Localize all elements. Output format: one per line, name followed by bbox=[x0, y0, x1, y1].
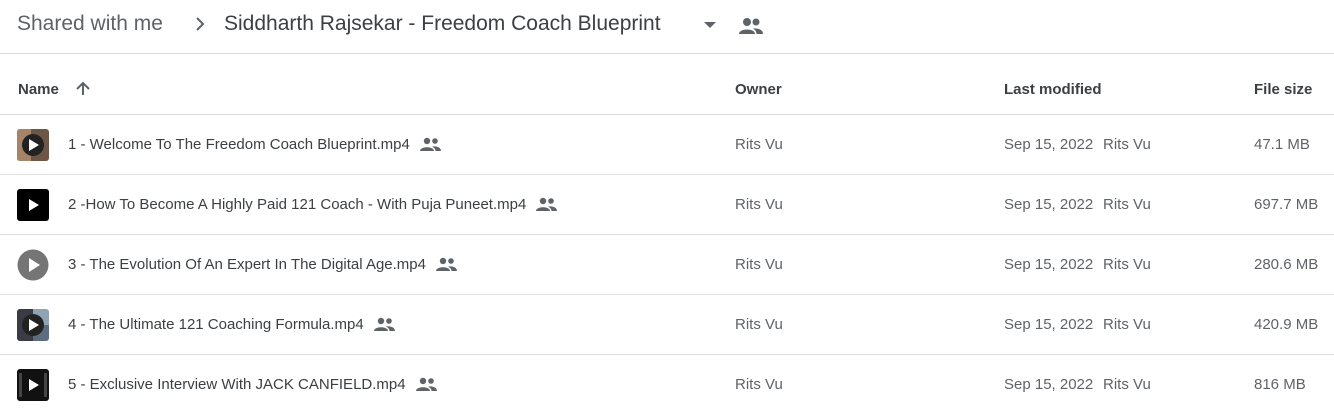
file-owner: Rits Vu bbox=[735, 196, 783, 213]
people-icon bbox=[435, 257, 457, 271]
file-owner: Rits Vu bbox=[735, 136, 783, 153]
file-name[interactable]: 1 - Welcome To The Freedom Coach Bluepri… bbox=[68, 136, 442, 153]
video-thumbnail bbox=[17, 249, 49, 281]
column-header-last-modified[interactable]: Last modified bbox=[1004, 81, 1102, 98]
file-name[interactable]: 4 - The Ultimate 121 Coaching Formula.mp… bbox=[68, 316, 396, 333]
file-name-text: 2 -How To Become A Highly Paid 121 Coach… bbox=[68, 196, 527, 213]
file-modified-by: Rits Vu bbox=[1103, 196, 1151, 213]
file-name-text: 5 - Exclusive Interview With JACK CANFIE… bbox=[68, 376, 406, 393]
drive-file-list: Shared with me Siddharth Rajsekar - Free… bbox=[0, 0, 1334, 409]
video-thumbnail bbox=[17, 309, 49, 341]
file-modified-by: Rits Vu bbox=[1103, 376, 1151, 393]
file-name-text: 3 - The Evolution Of An Expert In The Di… bbox=[68, 256, 426, 273]
file-row[interactable]: 4 - The Ultimate 121 Coaching Formula.mp… bbox=[0, 295, 1334, 355]
video-thumbnail bbox=[17, 189, 49, 221]
file-owner: Rits Vu bbox=[735, 376, 783, 393]
video-thumbnail bbox=[17, 369, 49, 401]
file-modified-by: Rits Vu bbox=[1103, 136, 1151, 153]
file-row[interactable]: 5 - Exclusive Interview With JACK CANFIE… bbox=[0, 355, 1334, 409]
file-owner: Rits Vu bbox=[735, 316, 783, 333]
breadcrumb-current-folder[interactable]: Siddharth Rajsekar - Freedom Coach Bluep… bbox=[224, 11, 661, 37]
caret-down-icon[interactable] bbox=[700, 16, 720, 34]
file-size: 420.9 MB bbox=[1254, 316, 1319, 333]
file-size: 47.1 MB bbox=[1254, 136, 1310, 153]
file-row[interactable]: 3 - The Evolution Of An Expert In The Di… bbox=[0, 235, 1334, 295]
people-icon bbox=[415, 377, 437, 391]
file-owner: Rits Vu bbox=[735, 256, 783, 273]
file-size: 280.6 MB bbox=[1254, 256, 1319, 273]
file-modified-date: Sep 15, 2022 bbox=[1004, 256, 1094, 273]
file-row[interactable]: 1 - Welcome To The Freedom Coach Bluepri… bbox=[0, 115, 1334, 175]
video-play-icon bbox=[17, 129, 49, 161]
column-header-row: Name Owner Last modified File size bbox=[0, 54, 1334, 115]
people-icon bbox=[373, 317, 395, 331]
arrow-up-icon[interactable] bbox=[73, 79, 93, 99]
file-row[interactable]: 2 -How To Become A Highly Paid 121 Coach… bbox=[0, 175, 1334, 235]
file-name-text: 4 - The Ultimate 121 Coaching Formula.mp… bbox=[68, 316, 364, 333]
file-name[interactable]: 2 -How To Become A Highly Paid 121 Coach… bbox=[68, 196, 558, 213]
people-icon bbox=[536, 197, 558, 211]
video-thumbnail bbox=[17, 129, 49, 161]
file-modified-by: Rits Vu bbox=[1103, 256, 1151, 273]
file-modified-date: Sep 15, 2022 bbox=[1004, 376, 1094, 393]
file-modified-date: Sep 15, 2022 bbox=[1004, 196, 1094, 213]
video-play-icon bbox=[17, 369, 49, 401]
chevron-right-icon bbox=[196, 17, 205, 31]
video-play-icon bbox=[17, 309, 49, 341]
file-modified-by: Rits Vu bbox=[1103, 316, 1151, 333]
column-header-name[interactable]: Name bbox=[18, 81, 59, 98]
column-header-file-size[interactable]: File size bbox=[1254, 81, 1312, 98]
file-size: 816 MB bbox=[1254, 376, 1306, 393]
file-size: 697.7 MB bbox=[1254, 196, 1319, 213]
file-name[interactable]: 3 - The Evolution Of An Expert In The Di… bbox=[68, 256, 458, 273]
video-play-icon bbox=[17, 189, 49, 221]
people-icon bbox=[419, 137, 441, 151]
file-name-text: 1 - Welcome To The Freedom Coach Bluepri… bbox=[68, 136, 410, 153]
video-play-icon bbox=[17, 249, 49, 281]
file-name[interactable]: 5 - Exclusive Interview With JACK CANFIE… bbox=[68, 376, 438, 393]
breadcrumb: Shared with me Siddharth Rajsekar - Free… bbox=[0, 0, 1334, 54]
column-header-owner[interactable]: Owner bbox=[735, 81, 782, 98]
file-modified-date: Sep 15, 2022 bbox=[1004, 316, 1094, 333]
file-modified-date: Sep 15, 2022 bbox=[1004, 136, 1094, 153]
breadcrumb-shared-with-me[interactable]: Shared with me bbox=[17, 11, 163, 37]
people-icon bbox=[739, 18, 763, 34]
